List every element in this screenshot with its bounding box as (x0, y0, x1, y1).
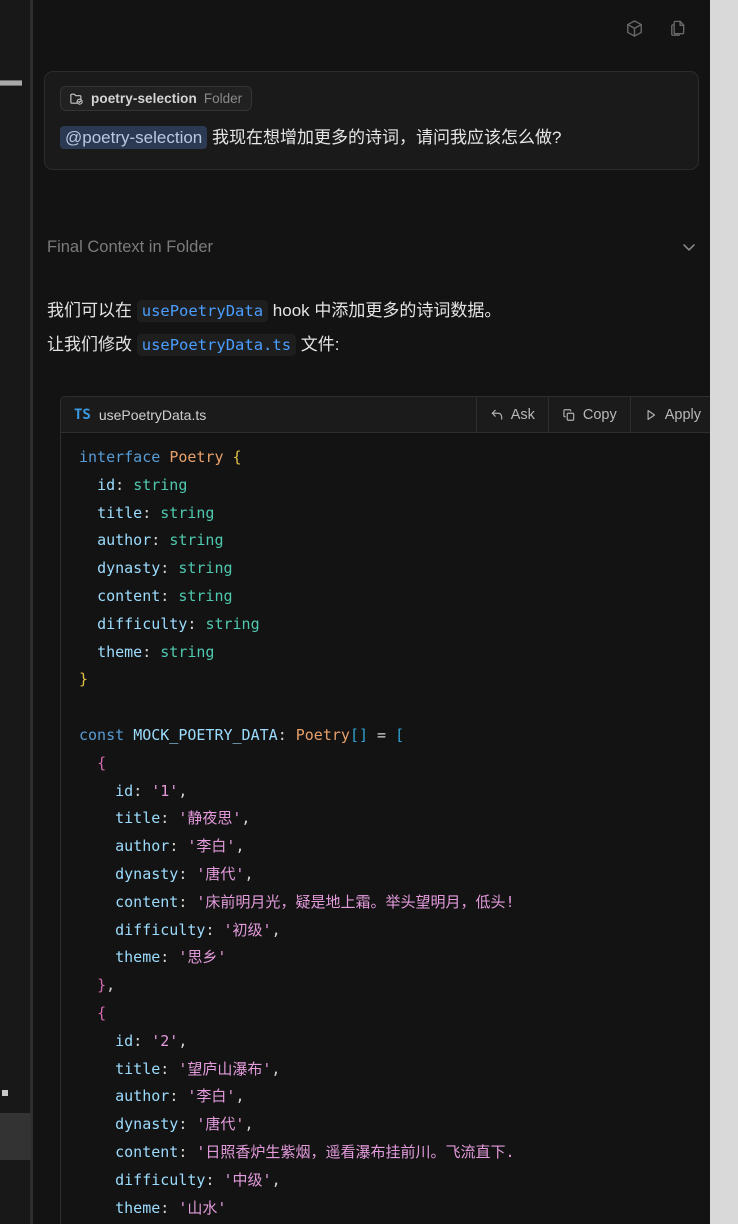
copy-icon (562, 408, 576, 422)
code-content[interactable]: interface Poetry { id: string title: str… (61, 444, 710, 1224)
app-window: poetry-selection Folder @poetry-selectio… (0, 0, 738, 1224)
folder-check-icon (69, 91, 84, 106)
context-chip-folder[interactable]: poetry-selection Folder (60, 86, 253, 111)
apply-button-label: Apply (664, 406, 701, 423)
gutter-selected-band (0, 1113, 31, 1160)
code-block-file: TS usePoetryData.ts (61, 397, 476, 432)
apply-button[interactable]: Apply (629, 397, 710, 432)
prose-line2-after: 文件: (296, 335, 340, 354)
ask-button[interactable]: Ask (475, 397, 548, 432)
copy-button[interactable]: Copy (547, 397, 630, 432)
play-triangle-icon (644, 408, 658, 422)
chevron-down-icon[interactable] (679, 237, 699, 257)
copy-button-label: Copy (582, 406, 617, 423)
gutter-dot-marker (2, 1090, 8, 1096)
cube-icon[interactable] (620, 14, 648, 42)
context-chip-kind: Folder (203, 91, 243, 106)
header-icon-row (620, 14, 692, 42)
code-block-body: interface Poetry { id: string title: str… (61, 433, 710, 1224)
context-chip-name: poetry-selection (91, 91, 197, 106)
assistant-paragraph: 我们可以在 usePoetryData hook 中添加更多的诗词数据。 让我们… (47, 294, 707, 362)
ts-language-badge: TS (74, 406, 91, 423)
left-gutter-sliver (0, 0, 31, 1224)
inline-code-usepoetrydata-ts: usePoetryData.ts (136, 334, 297, 356)
gutter-highlight-bar (0, 80, 22, 86)
arrow-return-icon (490, 408, 504, 422)
prose-line1-after: hook 中添加更多的诗词数据。 (268, 301, 502, 320)
code-block-filename: usePoetryData.ts (98, 406, 207, 423)
final-context-label: Final Context in Folder (47, 237, 213, 256)
prose-line1-before: 我们可以在 (47, 301, 137, 320)
chat-panel: poetry-selection Folder @poetry-selectio… (33, 0, 710, 1224)
code-block: TS usePoetryData.ts Ask Copy Apply inter… (60, 396, 710, 1224)
inline-code-usepoetrydata: usePoetryData (136, 300, 269, 322)
user-message-bubble: poetry-selection Folder @poetry-selectio… (44, 71, 699, 170)
mention-token[interactable]: @poetry-selection (60, 126, 208, 149)
copy-pages-icon[interactable] (664, 14, 692, 42)
ask-button-label: Ask (510, 406, 535, 423)
final-context-section[interactable]: Final Context in Folder (47, 230, 699, 264)
right-window-strip (710, 0, 738, 1224)
user-message-body: 我现在想增加更多的诗词，请问我应该怎么做? (212, 128, 562, 147)
prose-line2-before: 让我们修改 (47, 335, 137, 354)
code-block-header: TS usePoetryData.ts Ask Copy Apply (61, 397, 710, 433)
code-block-actions: Ask Copy Apply (475, 397, 710, 432)
user-message-text: @poetry-selection 我现在想增加更多的诗词，请问我应该怎么做? (60, 122, 683, 153)
